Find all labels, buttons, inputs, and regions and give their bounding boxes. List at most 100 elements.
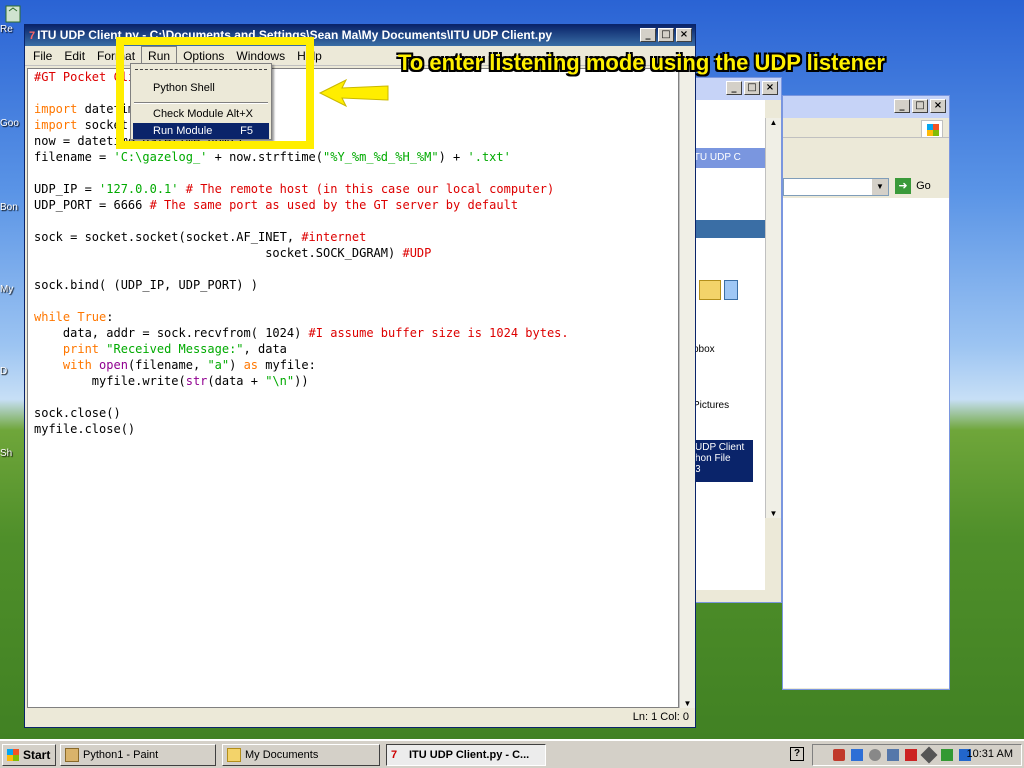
explorer-titlebar[interactable]: _ □ ×	[783, 96, 949, 118]
maximize-button[interactable]: □	[912, 99, 928, 113]
code-line[interactable]	[34, 213, 678, 229]
code-line[interactable]: data, addr = sock.recvfrom( 1024) #I ass…	[34, 325, 678, 341]
address-bar[interactable]: ▼ ➜ Go	[783, 176, 949, 198]
task-label: My Documents	[245, 749, 319, 761]
paint-icon	[65, 748, 79, 762]
highlight-box	[116, 37, 314, 149]
task-my-documents[interactable]: My Documents	[222, 744, 380, 766]
go-label: Go	[916, 180, 931, 192]
help-icon[interactable]: ?	[790, 747, 804, 761]
scroll-down-icon[interactable]: ▼	[680, 699, 695, 708]
code-line[interactable]	[34, 165, 678, 181]
minimize-button[interactable]: _	[894, 99, 910, 113]
desktop-icon-label: Bon	[0, 202, 18, 213]
desktop-icon-my-computer[interactable]: My	[0, 284, 26, 295]
file-size: 3	[695, 464, 701, 475]
task-idle-editor[interactable]: 7 ITU UDP Client.py - C...	[386, 744, 546, 766]
safely-remove-icon[interactable]	[941, 749, 953, 761]
minimize-button[interactable]: _	[726, 81, 742, 95]
code-line[interactable]: with open(filename, "a") as myfile:	[34, 357, 678, 373]
explorer-selected-file[interactable]: UDP Client hon File 3	[693, 440, 753, 482]
folder-copy-icon[interactable]	[724, 280, 739, 300]
desktop-icon-google[interactable]: Goo	[0, 118, 26, 129]
annotation-arrow-icon	[318, 78, 389, 108]
start-button[interactable]: Start	[2, 744, 56, 766]
desktop-icon-d[interactable]: D	[0, 366, 26, 377]
code-editor[interactable]: #GT Pocket Client import datetime import …	[27, 68, 679, 708]
file-type: hon File	[695, 453, 731, 464]
explorer-window-front[interactable]: _ □ × ITU UDP C pbox Pictures UDP Client…	[690, 77, 782, 603]
task-label: ITU UDP Client.py - C...	[409, 749, 530, 761]
volume-icon[interactable]	[869, 749, 881, 761]
code-line[interactable]: sock.close()	[34, 405, 678, 421]
desktop-icon-label: My	[0, 284, 14, 295]
code-line[interactable]: sock.bind( (UDP_IP, UDP_PORT) )	[34, 277, 678, 293]
close-button[interactable]: ×	[762, 81, 778, 95]
address-input[interactable]: ▼	[783, 178, 889, 196]
code-line[interactable]	[34, 293, 678, 309]
go-button[interactable]: ➜ Go	[895, 178, 931, 194]
desktop-icon-recycle-bin[interactable]: Re	[0, 2, 26, 35]
vertical-scrollbar[interactable]: ▼	[679, 68, 695, 708]
minimize-button[interactable]: _	[640, 28, 656, 42]
maximize-button[interactable]: □	[658, 28, 674, 42]
clock: 10:31 AM	[966, 748, 1013, 760]
explorer-pane: ITU UDP C pbox Pictures UDP Client hon F…	[691, 100, 765, 590]
close-button[interactable]: ×	[930, 99, 946, 113]
task-label: Python1 - Paint	[83, 749, 159, 761]
desktop-icon-label: D	[0, 366, 8, 377]
desktop-icon-label: Re	[0, 24, 13, 35]
explorer-section	[691, 220, 765, 238]
desktop-icon-bonjour[interactable]: Bon	[0, 202, 26, 213]
annotation-text: To enter listening mode using the UDP li…	[398, 50, 885, 75]
code-line[interactable]: myfile.close()	[34, 421, 678, 437]
antivirus-icon[interactable]	[905, 749, 917, 761]
code-line[interactable]: myfile.write(str(data + "\n"))	[34, 373, 678, 389]
python-icon: 7	[391, 749, 398, 761]
go-arrow-icon: ➜	[895, 178, 911, 194]
explorer-item[interactable]: Pictures	[693, 400, 729, 411]
code-line[interactable]	[34, 261, 678, 277]
code-line[interactable]: while True:	[34, 309, 678, 325]
scroll-up-icon[interactable]: ▲	[766, 118, 781, 127]
folder-icon	[227, 748, 241, 762]
explorer-menubar	[783, 118, 949, 138]
recycle-bin-icon	[5, 5, 21, 23]
code-line[interactable]	[34, 389, 678, 405]
explorer-header: ITU UDP C	[691, 148, 765, 168]
vertical-scrollbar[interactable]: ▲ ▼	[765, 118, 781, 518]
diamond-icon[interactable]	[920, 746, 938, 764]
taskbar: Start Python1 - Paint My Documents 7 ITU…	[0, 739, 1024, 768]
security-shield-icon[interactable]	[833, 749, 845, 761]
code-line[interactable]: UDP_PORT = 6666 # The same port as used …	[34, 197, 678, 213]
desktop-icon-label: Goo	[0, 118, 19, 129]
display-icon[interactable]	[887, 749, 899, 761]
folder-move-icon[interactable]	[699, 280, 721, 300]
python-icon: 7	[29, 30, 36, 42]
status-bar: Ln: 1 Col: 0	[25, 709, 695, 727]
windows-logo-icon	[921, 120, 943, 138]
code-line[interactable]: socket.SOCK_DGRAM) #UDP	[34, 245, 678, 261]
explorer-window-back[interactable]: _ □ × ▼ ➜ Go	[782, 95, 950, 690]
close-button[interactable]: ×	[676, 28, 692, 42]
desktop-icon-shortcut[interactable]: Sh	[0, 448, 26, 459]
explorer-titlebar[interactable]: _ □ ×	[691, 78, 781, 100]
file-name: UDP Client	[695, 442, 745, 453]
code-line[interactable]: UDP_IP = '127.0.0.1' # The remote host (…	[34, 181, 678, 197]
task-paint[interactable]: Python1 - Paint	[60, 744, 216, 766]
desktop-icon-label: Sh	[0, 448, 13, 459]
windows-logo-icon	[7, 749, 19, 761]
code-line[interactable]: sock = socket.socket(socket.AF_INET, #in…	[34, 229, 678, 245]
network-icon[interactable]	[851, 749, 863, 761]
code-line[interactable]: filename = 'C:\gazelog_' + now.strftime(…	[34, 149, 678, 165]
code-line[interactable]: print "Received Message:", data	[34, 341, 678, 357]
menu-file[interactable]: File	[27, 46, 58, 66]
maximize-button[interactable]: □	[744, 81, 760, 95]
explorer-item[interactable]: pbox	[693, 344, 715, 355]
chevron-down-icon[interactable]: ▼	[872, 179, 888, 195]
explorer-toolbar-icons[interactable]	[699, 280, 739, 303]
system-tray: 10:31 AM	[812, 744, 1022, 766]
explorer-content	[783, 198, 949, 688]
menu-edit[interactable]: Edit	[58, 46, 91, 66]
scroll-down-icon[interactable]: ▼	[766, 509, 781, 518]
